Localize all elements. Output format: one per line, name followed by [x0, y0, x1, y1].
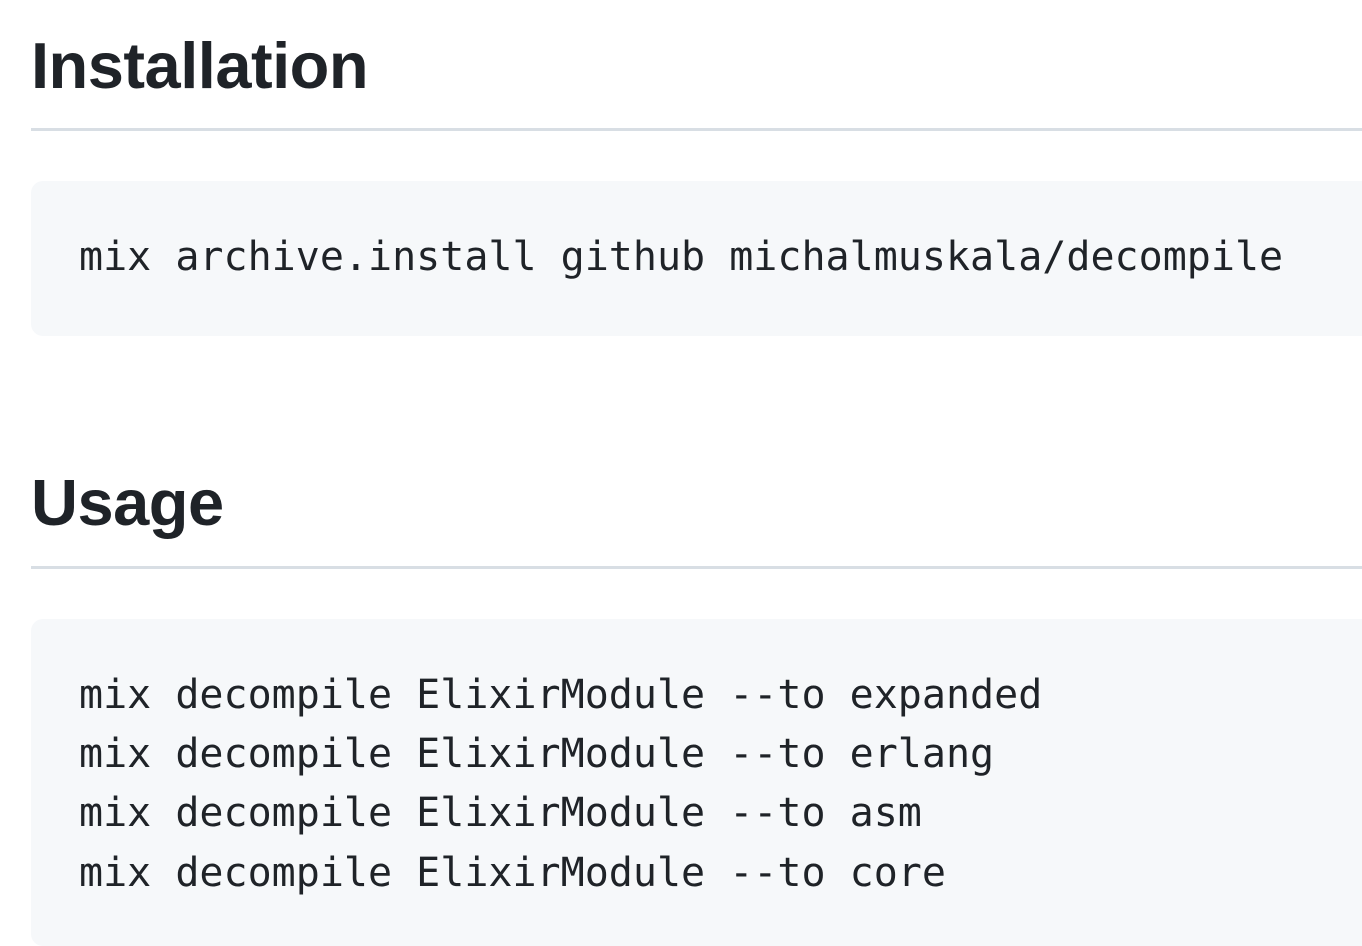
- usage-divider: [31, 566, 1362, 569]
- installation-divider: [31, 128, 1362, 131]
- usage-command-line[interactable]: mix decompile ElixirModule --to asm: [79, 793, 922, 833]
- usage-command-line[interactable]: mix decompile ElixirModule --to core: [79, 853, 946, 893]
- usage-command-line[interactable]: mix decompile ElixirModule --to expanded: [79, 675, 1042, 715]
- installation-code-block[interactable]: mix archive.install github michalmuskala…: [31, 181, 1362, 336]
- usage-heading: Usage: [31, 466, 224, 539]
- usage-command-line[interactable]: mix decompile ElixirModule --to erlang: [79, 734, 994, 774]
- install-command-line[interactable]: mix archive.install github michalmuskala…: [79, 237, 1283, 277]
- readme-content: Installation mix archive.install github …: [0, 0, 1362, 946]
- installation-heading: Installation: [31, 29, 369, 102]
- usage-code-block[interactable]: mix decompile ElixirModule --to expanded…: [31, 619, 1362, 946]
